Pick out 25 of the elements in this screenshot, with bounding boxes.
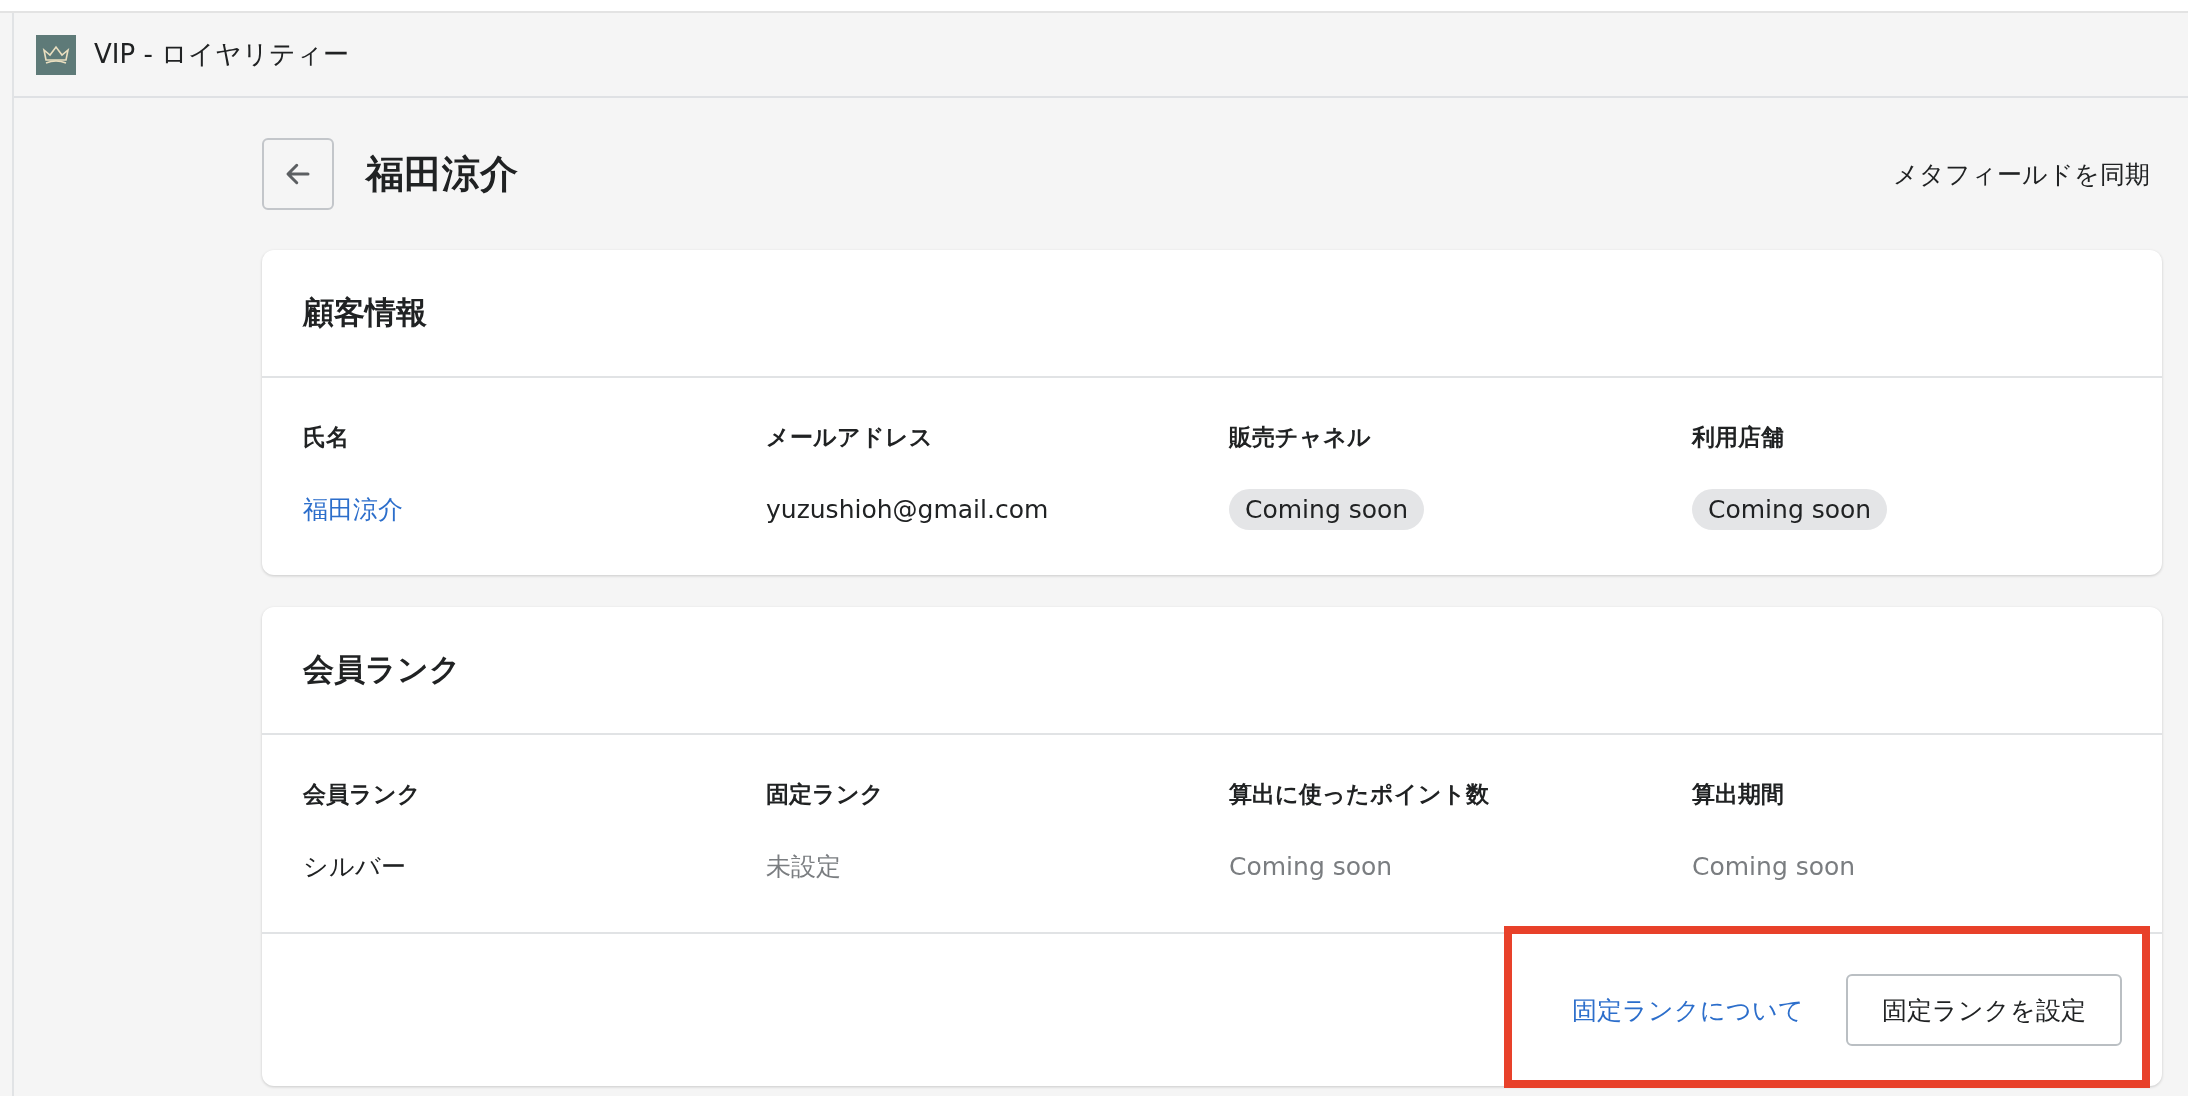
field-value: Coming soon [1692, 851, 1856, 881]
field-value: yuzushioh@gmail.com [766, 494, 1049, 524]
back-button[interactable] [262, 138, 334, 210]
field-value: 未設定 [766, 850, 841, 883]
crown-logo-icon [36, 34, 76, 75]
customer-name-link[interactable]: 福田涼介 [303, 492, 403, 526]
field-label: 算出に使ったポイント数 [1229, 780, 1490, 809]
card-title: 顧客情報 [262, 250, 2162, 378]
field-label: 算出期間 [1692, 780, 1785, 809]
card-title: 会員ランク [262, 607, 2162, 735]
field-value: シルバー [303, 850, 406, 883]
field-label: 利用店舗 [1692, 423, 1785, 452]
field-label: 会員ランク [303, 780, 422, 809]
sync-metafields-button[interactable]: メタフィールドを同期 [1893, 157, 2162, 191]
page-title: 福田涼介 [366, 150, 518, 198]
status-badge: Coming soon [1692, 488, 1888, 530]
about-fixed-rank-link[interactable]: 固定ランクについて [1572, 993, 1804, 1027]
field-value: Coming soon [1229, 851, 1393, 881]
status-badge: Coming soon [1229, 488, 1425, 530]
field-label: 固定ランク [766, 780, 885, 809]
field-label: 氏名 [303, 423, 350, 452]
field-label: 販売チャネル [1229, 423, 1372, 452]
app-title: VIP - ロイヤリティー [94, 38, 350, 71]
set-fixed-rank-button[interactable]: 固定ランクを設定 [1846, 974, 2122, 1046]
field-label: メールアドレス [766, 423, 934, 452]
